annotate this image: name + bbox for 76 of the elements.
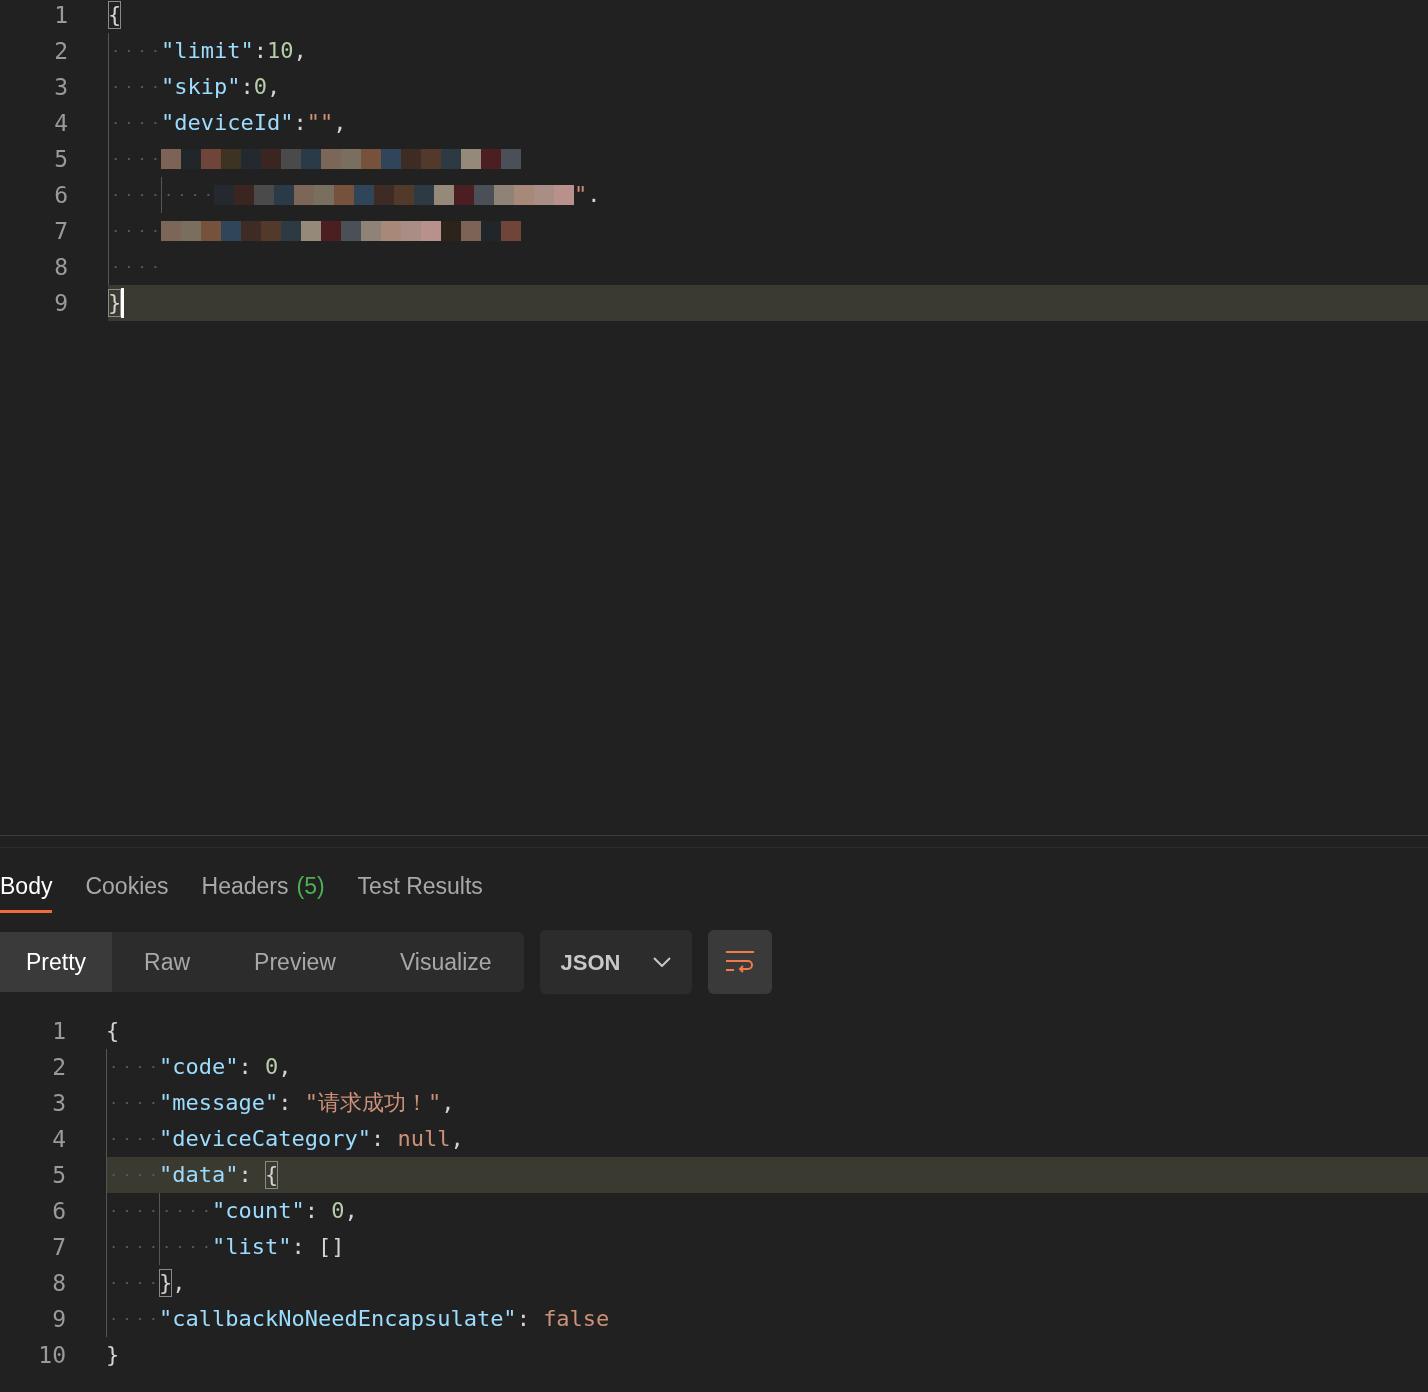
- response-tab[interactable]: Cookies: [85, 863, 169, 913]
- json-key: "data": [159, 1161, 239, 1189]
- wrap-lines-icon: [724, 950, 755, 974]
- json-token: ,: [267, 73, 281, 101]
- json-token: ,: [441, 1089, 455, 1117]
- json-token: :: [238, 1161, 253, 1189]
- json-token: 10: [266, 37, 294, 65]
- json-token: :: [238, 1053, 253, 1081]
- json-key: "code": [159, 1053, 239, 1081]
- line-number: 8: [51, 1269, 66, 1298]
- json-key: "callbackNoNeedEncapsulate": [159, 1305, 517, 1333]
- json-token: 0: [331, 1197, 345, 1225]
- line-number: 9: [51, 1305, 66, 1334]
- line-number: 10: [37, 1341, 66, 1370]
- json-token: : []: [291, 1233, 345, 1261]
- json-token: ,: [278, 1053, 292, 1081]
- json-key: "message": [159, 1089, 279, 1117]
- line-number: 3: [53, 73, 68, 102]
- matched-bracket: }: [159, 1269, 173, 1297]
- matched-bracket: }: [108, 289, 122, 317]
- response-tab[interactable]: Headers (5): [201, 863, 325, 913]
- line-number: 8: [53, 253, 68, 282]
- json-token: :: [516, 1305, 531, 1333]
- view-mode-tab[interactable]: Preview: [222, 932, 368, 992]
- json-token: ,: [293, 37, 307, 65]
- json-token: :: [253, 37, 267, 65]
- json-token: ,: [344, 1197, 358, 1225]
- matched-bracket: {: [265, 1161, 279, 1189]
- json-token: 0: [265, 1053, 279, 1081]
- json-token: :: [370, 1125, 386, 1153]
- json-token: 0: [253, 73, 267, 101]
- line-number: 4: [53, 109, 68, 138]
- json-token: :: [278, 1089, 293, 1117]
- format-dropdown[interactable]: JSON: [539, 930, 692, 994]
- line-number: 7: [53, 217, 68, 246]
- chevron-down-icon: [652, 957, 671, 967]
- json-key: "deviceCategory": [159, 1125, 371, 1153]
- json-token: .: [587, 181, 601, 209]
- line-number: 5: [53, 145, 68, 174]
- response-tab[interactable]: Test Results: [357, 863, 483, 913]
- json-token: ,: [172, 1269, 186, 1297]
- line-number: 2: [53, 37, 68, 66]
- json-token: ,: [450, 1125, 464, 1153]
- json-key: "deviceId": [161, 109, 294, 137]
- json-token: ": [574, 181, 588, 209]
- line-number: 6: [51, 1197, 66, 1226]
- matched-bracket: {: [108, 1, 122, 29]
- json-token: "": [306, 109, 334, 137]
- line-number: 9: [53, 289, 68, 318]
- line-number: 7: [51, 1233, 66, 1262]
- view-mode-tab[interactable]: Visualize: [367, 932, 524, 992]
- json-key: "skip": [161, 73, 241, 101]
- line-number: 3: [51, 1089, 66, 1118]
- line-number: 2: [51, 1053, 66, 1082]
- json-token: :: [304, 1197, 319, 1225]
- line-number: 4: [51, 1125, 66, 1154]
- line-number: 6: [53, 181, 68, 210]
- json-key: "limit": [161, 37, 254, 65]
- json-key: "count": [212, 1197, 305, 1225]
- line-number: 5: [51, 1161, 66, 1190]
- json-token: {: [106, 1017, 120, 1045]
- json-token: false: [543, 1305, 610, 1333]
- response-tab[interactable]: Body: [0, 863, 53, 913]
- json-token: }: [106, 1341, 120, 1369]
- wrap-lines-button[interactable]: [707, 930, 772, 994]
- json-key: "list": [212, 1233, 292, 1261]
- line-number: 1: [53, 1, 68, 30]
- view-mode-tab[interactable]: Raw: [112, 932, 223, 992]
- json-token: ,: [333, 109, 347, 137]
- json-token: :: [293, 109, 307, 137]
- view-mode-tab[interactable]: Pretty: [0, 932, 113, 992]
- json-token: "请求成功！": [304, 1089, 442, 1117]
- text-cursor: [121, 288, 125, 318]
- json-token: null: [397, 1125, 451, 1153]
- line-number: 1: [51, 1017, 66, 1046]
- json-token: :: [240, 73, 254, 101]
